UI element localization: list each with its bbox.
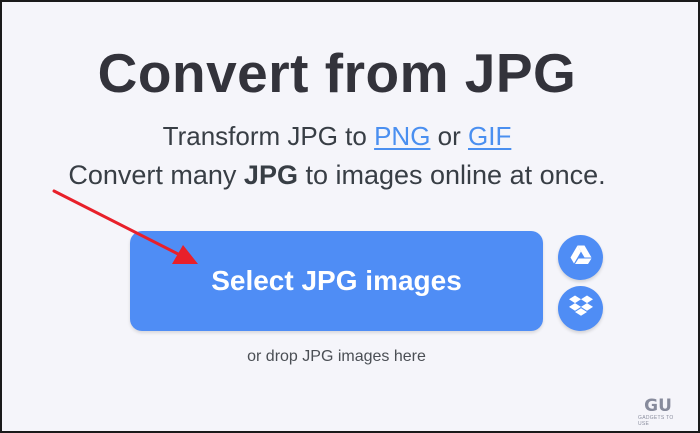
watermark-logo: GU GADGETS TO USE [638,396,678,427]
page: Convert from JPG Transform JPG to PNG or… [0,0,700,433]
watermark-text: GADGETS TO USE [638,415,674,427]
red-arrow-annotation [52,189,198,264]
watermark-logo-glyph: GU [644,396,672,416]
